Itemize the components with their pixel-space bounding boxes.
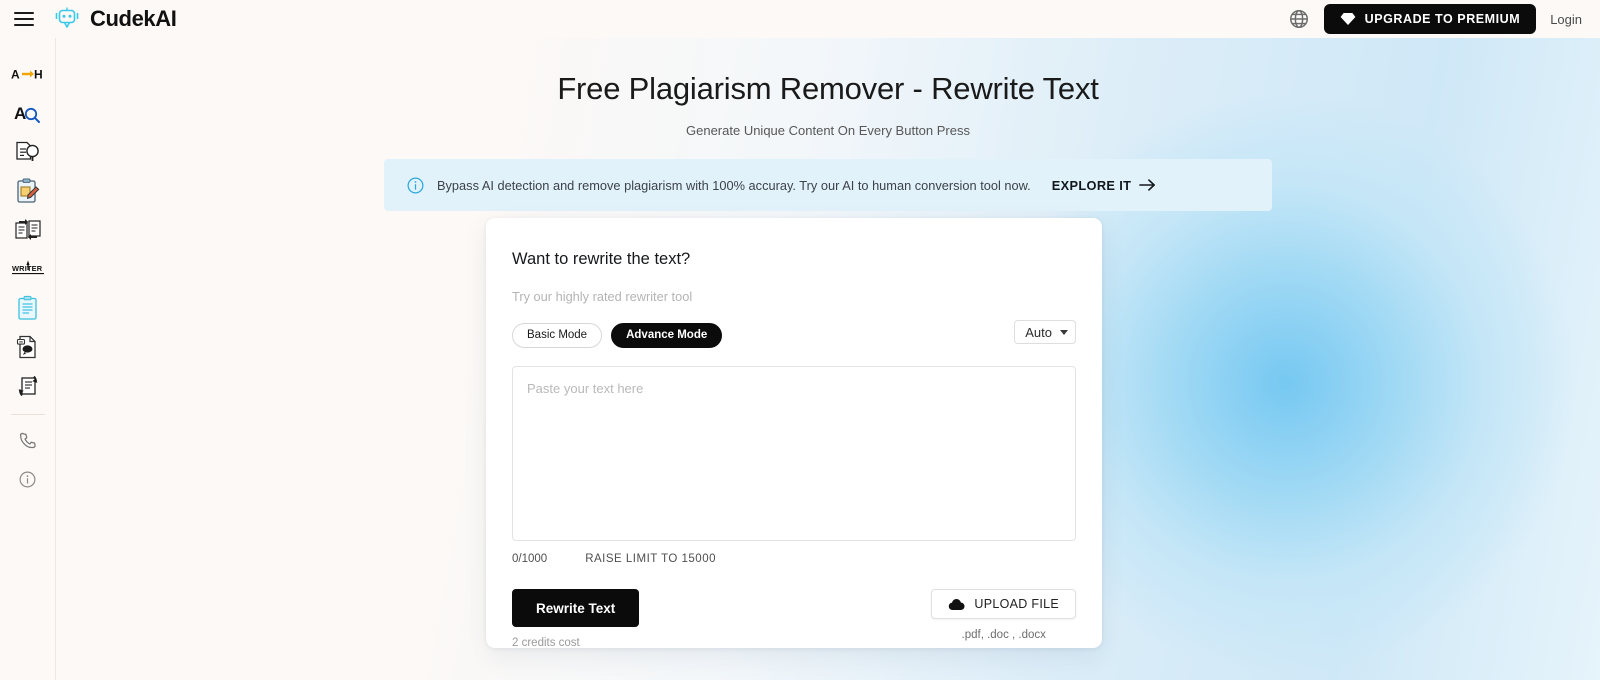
mode-toggle-row: Basic Mode Advance Mode Auto [512,320,1076,350]
upload-file-button[interactable]: UPLOAD FILE [931,589,1076,619]
arrow-right-icon [1139,178,1156,192]
sidebar-item-contact[interactable] [8,421,48,460]
upload-file-label: UPLOAD FILE [974,597,1059,611]
sidebar-item-paraphraser[interactable] [8,210,48,249]
sidebar-divider [10,414,45,415]
input-meta-row: 0/1000 RAISE LIMIT TO 15000 [512,553,1076,565]
text-input-wrapper[interactable] [512,366,1076,541]
app-root: CudekAI UPGRADE TO PREMIUM Login A H A W… [0,0,1600,680]
text-input[interactable] [527,381,1061,526]
info-circle-icon [406,176,425,195]
brand-logo[interactable]: CudekAI [52,6,177,32]
sidebar-item-ai-detector[interactable]: A [8,93,48,132]
page-title: Free Plagiarism Remover - Rewrite Text [557,71,1099,106]
sidebar-item-about[interactable] [8,460,48,499]
svg-text:H: H [34,67,43,81]
top-bar: CudekAI UPGRADE TO PREMIUM Login [0,0,1600,38]
writer-text-icon: WRITER [11,260,45,278]
main-content: Free Plagiarism Remover - Rewrite Text G… [56,38,1600,680]
sidebar-item-ai-to-human[interactable]: A H [8,54,48,93]
paraphraser-icon [14,217,42,243]
explore-it-link[interactable]: EXPLORE IT [1052,178,1157,193]
hamburger-icon[interactable] [14,12,34,26]
chevron-down-icon [1060,329,1068,335]
rewrite-action-group: Rewrite Text 2 credits cost [512,589,640,649]
upgrade-to-premium-button[interactable]: UPGRADE TO PREMIUM [1323,4,1537,34]
promo-banner-text: Bypass AI detection and remove plagiaris… [437,177,1031,193]
top-bar-actions: UPGRADE TO PREMIUM Login [1288,4,1582,34]
sidebar-item-content-writer[interactable] [8,171,48,210]
globe-icon[interactable] [1288,8,1310,30]
login-link[interactable]: Login [1550,12,1582,27]
svg-text:A: A [11,67,20,81]
advance-mode-button[interactable]: Advance Mode [611,322,723,348]
plagiarism-checker-icon [15,140,41,164]
content-writer-icon [16,178,40,204]
diamond-icon [1340,12,1356,26]
raise-limit-link[interactable]: RAISE LIMIT TO 15000 [585,553,716,565]
credits-note: 2 credits cost [512,637,580,649]
card-actions: Rewrite Text 2 credits cost UPLOAD FILE [512,589,1076,649]
upload-hint: .pdf, .doc , .docx [961,629,1046,641]
basic-mode-button[interactable]: Basic Mode [512,322,603,348]
summarizer-icon [16,295,40,321]
info-icon [18,470,37,489]
rewrite-text-button[interactable]: Rewrite Text [512,589,640,627]
language-select-value: Auto [1025,324,1052,340]
rewriter-card: Want to rewrite the text? Try our highly… [486,218,1102,649]
upgrade-label: UPGRADE TO PREMIUM [1364,12,1521,26]
upload-action-group: UPLOAD FILE .pdf, .doc , .docx [931,589,1076,641]
sidebar-item-chat-with-pdf[interactable] [8,327,48,366]
cloud-upload-icon [948,598,965,611]
language-select[interactable]: Auto [1014,320,1076,344]
rewriter-icon [15,373,41,399]
svg-text:A: A [14,104,26,123]
phone-icon [18,431,38,451]
sidebar-item-rewriter[interactable] [8,366,48,405]
pdf-chat-icon [16,334,40,360]
robot-icon [52,6,82,32]
character-counter: 0/1000 [512,553,548,565]
explore-it-label: EXPLORE IT [1051,177,1132,193]
card-subtitle: Try our highly rated rewriter tool [512,289,693,304]
sidebar-item-summarizer[interactable] [8,288,48,327]
page-subtitle: Generate Unique Content On Every Button … [686,123,970,138]
ai-to-human-icon: A H [11,66,45,82]
ai-detector-icon: A [14,101,42,125]
brand-name: CudekAI [90,6,177,31]
sidebar-item-plagiarism-checker[interactable] [8,132,48,171]
sidebar: A H A WRITER [0,38,56,680]
card-title: Want to rewrite the text? [512,250,691,268]
sidebar-item-writer[interactable]: WRITER [8,249,48,288]
promo-banner: Bypass AI detection and remove plagiaris… [384,159,1272,211]
